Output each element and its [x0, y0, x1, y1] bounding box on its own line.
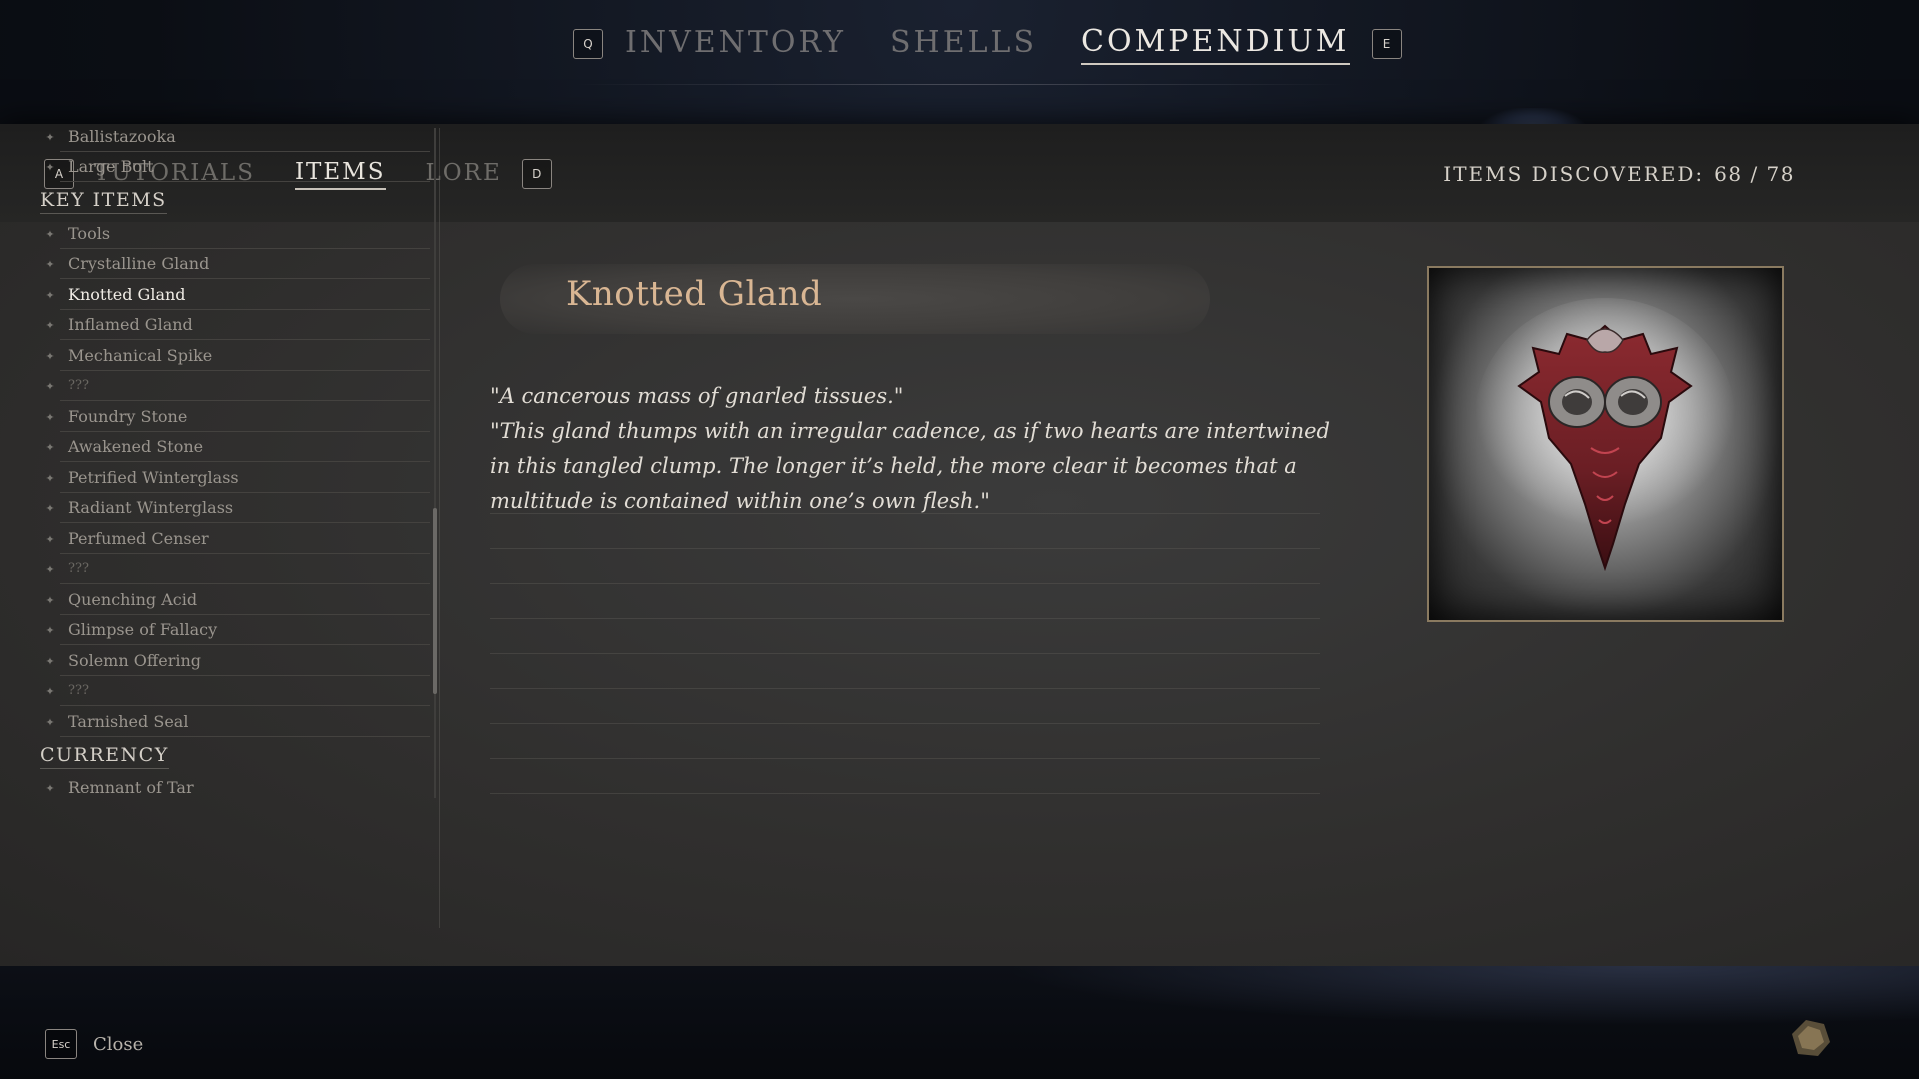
- items-discovered-count: 68 / 78: [1714, 162, 1795, 186]
- item-list[interactable]: ✦ Ballistazooka ✦ Large Bolt KEY ITEMS ✦ Tools…: [30, 124, 440, 800]
- list-bullet-icon: ✦: [45, 349, 55, 363]
- list-item[interactable]: ✦???: [40, 555, 430, 585]
- list-bullet-icon: ✦: [45, 161, 55, 174]
- list-bullet-icon: ✦: [45, 532, 55, 546]
- list-item-label: Tools: [60, 220, 430, 249]
- list-item-label: Awakened Stone: [60, 433, 430, 462]
- item-description-line-1: "A cancerous mass of gnarled tissues.": [490, 384, 904, 408]
- list-item[interactable]: ✦ Petrified Winterglass: [40, 463, 430, 493]
- list-bullet-icon: ✦: [45, 502, 55, 515]
- list-item-label: Mechanical Spike: [60, 342, 430, 371]
- list-item-label: Ballistazooka: [60, 124, 430, 152]
- list-item[interactable]: ✦ Remnant of Tar: [40, 774, 430, 801]
- list-bullet-icon: ✦: [45, 380, 55, 393]
- list-bullet-icon: ✦: [45, 288, 55, 302]
- e-key-hint[interactable]: E: [1371, 29, 1402, 59]
- ruled-line: [490, 548, 1320, 549]
- list-bullet-icon: ✦: [45, 410, 55, 424]
- list-bullet-icon: ✦: [45, 715, 55, 729]
- ruled-line: [490, 653, 1320, 654]
- list-category-header: KEY ITEMS: [40, 189, 167, 214]
- item-image-frame: [1427, 266, 1784, 622]
- list-item-label: Glimpse of Fallacy: [60, 616, 430, 645]
- list-bullet-icon: ✦: [45, 227, 55, 241]
- list-item[interactable]: ✦ Solemn Offering: [40, 646, 430, 676]
- list-bullet-icon: ✦: [45, 319, 55, 332]
- list-item-label: ???: [60, 555, 430, 584]
- q-key-hint[interactable]: Q: [573, 29, 603, 59]
- items-discovered-label: ITEMS DISCOVERED:: [1443, 162, 1705, 186]
- top-navigation: Q INVENTORY SHELLS COMPENDIUM E: [0, 0, 1919, 88]
- list-bullet-icon: ✦: [45, 685, 55, 698]
- ruled-line: [490, 688, 1320, 689]
- items-discovered-counter: ITEMS DISCOVERED: 68 / 78: [1443, 162, 1795, 186]
- list-item[interactable]: ✦ Perfumed Censer: [40, 524, 430, 554]
- ruled-line: [490, 758, 1320, 759]
- list-bullet-icon: ✦: [45, 654, 55, 668]
- list-divider: [439, 128, 440, 928]
- list-item[interactable]: ✦ Mechanical Spike: [40, 341, 430, 371]
- list-bullet-icon: ✦: [45, 471, 55, 485]
- list-item[interactable]: ✦???: [40, 372, 430, 402]
- list-item-label: ???: [60, 677, 430, 706]
- list-bullet-icon: ✦: [45, 593, 55, 607]
- list-scrollbar-thumb[interactable]: [433, 508, 437, 694]
- list-item[interactable]: ✦ Quenching Acid: [40, 585, 430, 615]
- list-item[interactable]: ✦ Inflamed Gland: [40, 311, 430, 341]
- list-item-label: Perfumed Censer: [60, 525, 430, 554]
- list-item-label: Foundry Stone: [60, 403, 430, 432]
- esc-key-hint[interactable]: Esc: [45, 1029, 77, 1059]
- list-item[interactable]: ✦???: [40, 677, 430, 707]
- list-scrollbar-track[interactable]: [434, 128, 436, 798]
- list-bullet-icon: ✦: [45, 624, 55, 637]
- list-bullet-icon: ✦: [45, 258, 55, 271]
- compendium-screen: Q INVENTORY SHELLS COMPENDIUM E A TUTORI…: [0, 0, 1919, 1079]
- ruled-line: [490, 723, 1320, 724]
- list-item-label: Solemn Offering: [60, 647, 430, 676]
- list-item-label: Knotted Gland: [60, 281, 430, 310]
- item-title: Knotted Gland: [566, 274, 823, 314]
- list-item[interactable]: ✦ Tarnished Seal: [40, 707, 430, 737]
- save-indicator-icon: [1792, 1020, 1830, 1056]
- list-bullet-icon: ✦: [45, 782, 55, 795]
- list-item[interactable]: ✦ Large Bolt: [40, 153, 430, 183]
- list-item-label: Tarnished Seal: [60, 708, 430, 737]
- list-bullet-icon: ✦: [45, 441, 55, 454]
- list-item[interactable]: ✦ Awakened Stone: [40, 433, 430, 463]
- d-key-hint[interactable]: D: [521, 159, 552, 189]
- item-description-line-2: "This gland thumps with an irregular cad…: [490, 419, 1330, 513]
- ruled-line: [490, 618, 1320, 619]
- list-item-label: Remnant of Tar: [60, 774, 430, 800]
- list-item[interactable]: ✦ Tools: [40, 219, 430, 249]
- list-bullet-icon: ✦: [45, 563, 55, 576]
- list-item[interactable]: ✦ Glimpse of Fallacy: [40, 616, 430, 646]
- close-label: Close: [93, 1033, 144, 1055]
- top-nav-divider: [574, 84, 1346, 85]
- list-item-selected[interactable]: ✦ Knotted Gland: [40, 280, 430, 310]
- list-item-label: Quenching Acid: [60, 586, 430, 615]
- item-description: "A cancerous mass of gnarled tissues." "…: [490, 379, 1340, 519]
- ruled-line: [490, 793, 1320, 794]
- list-item-label: Petrified Winterglass: [60, 464, 430, 493]
- bottom-ornament: [1000, 966, 1919, 1026]
- tab-inventory[interactable]: INVENTORY: [625, 25, 846, 64]
- list-item-label: ???: [60, 372, 430, 401]
- list-item[interactable]: ✦ Ballistazooka: [40, 124, 430, 152]
- list-item[interactable]: ✦ Foundry Stone: [40, 402, 430, 432]
- close-button[interactable]: Esc Close: [45, 1029, 143, 1059]
- list-item-label: Radiant Winterglass: [60, 494, 430, 523]
- ruled-line: [490, 513, 1320, 514]
- list-category-header: CURRENCY: [40, 744, 169, 769]
- list-bullet-icon: ✦: [45, 130, 55, 144]
- tab-compendium[interactable]: COMPENDIUM: [1081, 24, 1350, 65]
- tab-shells[interactable]: SHELLS: [890, 25, 1037, 64]
- list-item-label: Inflamed Gland: [60, 311, 430, 340]
- knotted-gland-icon: [1475, 298, 1735, 572]
- list-item[interactable]: ✦ Crystalline Gland: [40, 250, 430, 280]
- list-item-label: Crystalline Gland: [60, 250, 430, 279]
- list-item[interactable]: ✦ Radiant Winterglass: [40, 494, 430, 524]
- list-item-label: Large Bolt: [60, 153, 430, 182]
- ruled-line: [490, 583, 1320, 584]
